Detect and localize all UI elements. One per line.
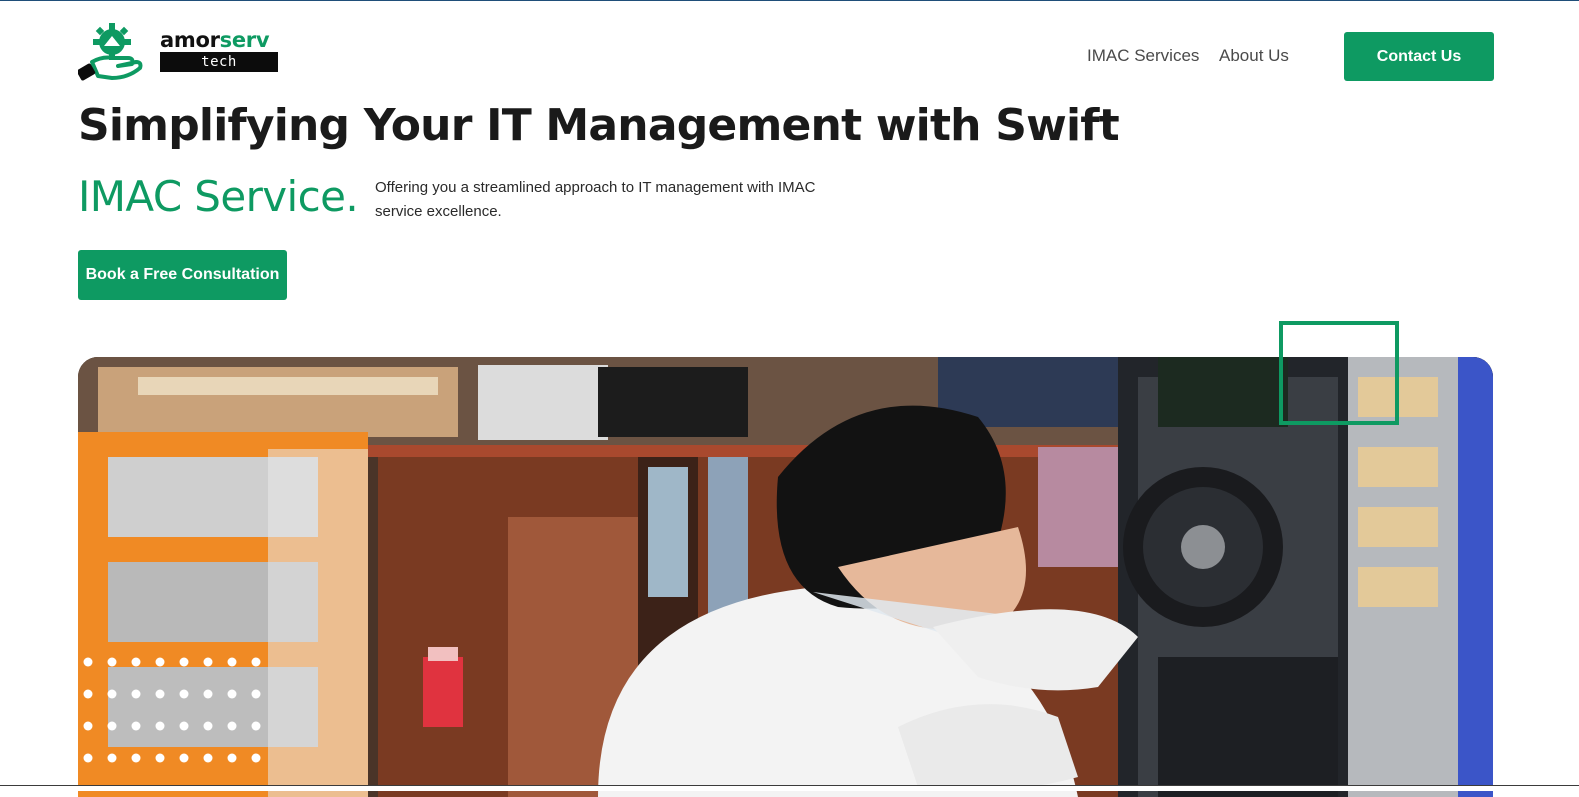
nav-link-imac-services[interactable]: IMAC Services bbox=[1087, 46, 1199, 66]
hero-description: Offering you a streamlined approach to I… bbox=[375, 179, 816, 220]
nav-link-about-us[interactable]: About Us bbox=[1219, 46, 1289, 66]
brand-name-part1: amor bbox=[160, 28, 220, 52]
contact-us-button[interactable]: Contact Us bbox=[1344, 32, 1494, 81]
decorative-square bbox=[1279, 321, 1399, 425]
gear-hand-icon bbox=[78, 23, 143, 81]
decorative-dots bbox=[83, 657, 261, 763]
hero-accent-text: IMAC Service. bbox=[78, 172, 359, 221]
book-consultation-button[interactable]: Book a Free Consultation bbox=[78, 250, 287, 300]
hero-title: Simplifying Your IT Management with Swif… bbox=[78, 100, 1120, 151]
brand-tagline: tech bbox=[160, 52, 278, 72]
top-border bbox=[0, 0, 1579, 1]
brand-name: amorserv bbox=[160, 28, 270, 52]
brand-name-part2: serv bbox=[219, 28, 270, 52]
bottom-border bbox=[0, 785, 1579, 791]
logo[interactable]: amorserv tech bbox=[78, 22, 283, 84]
